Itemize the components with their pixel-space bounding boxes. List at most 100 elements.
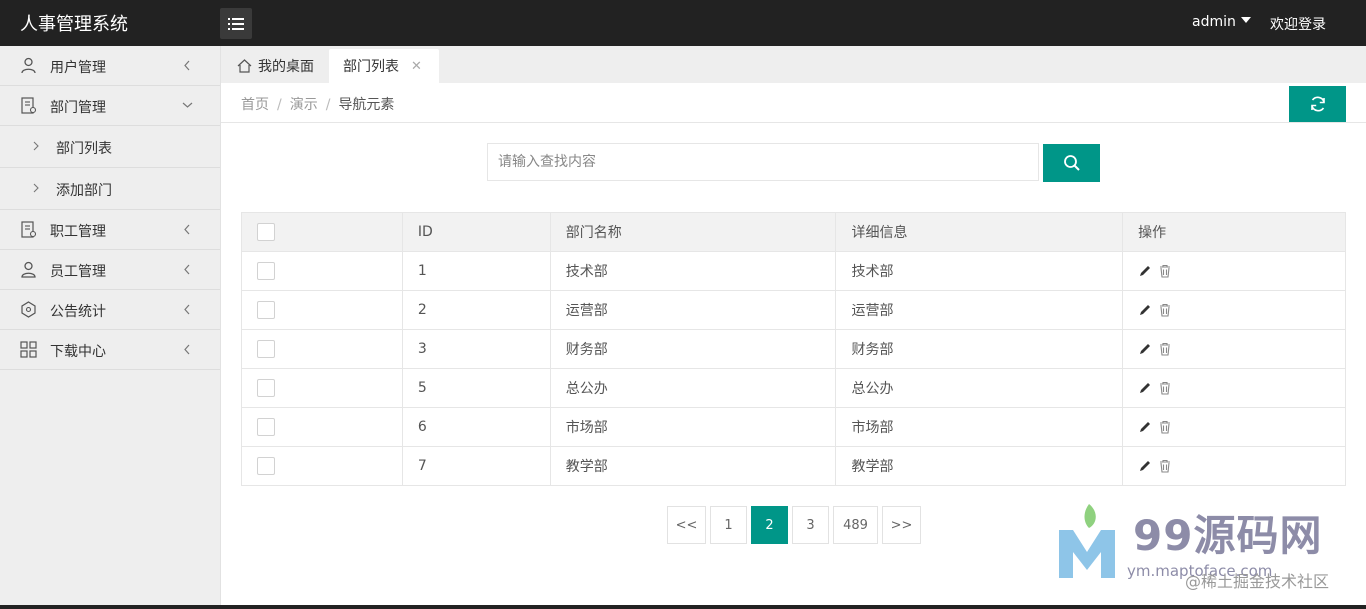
tab-department-list[interactable]: 部门列表 ✕ — [329, 49, 439, 83]
user-menu[interactable]: admin — [1192, 14, 1251, 30]
breadcrumb-item[interactable]: 演示 — [290, 97, 318, 113]
watermark-community: @稀土掘金技术社区 — [1185, 572, 1330, 591]
user-icon — [21, 57, 36, 74]
welcome-link[interactable]: 欢迎登录 — [1270, 14, 1326, 34]
table-row: 5 总公办 总公办 — [241, 368, 1346, 408]
tab-label: 部门列表 — [343, 59, 399, 75]
row-checkbox[interactable] — [257, 340, 275, 358]
table-row: 2 运营部 运营部 — [241, 290, 1346, 330]
edit-pencil-icon[interactable] — [1138, 459, 1152, 473]
cell-name: 教学部 — [549, 446, 837, 486]
cell-actions — [1122, 368, 1346, 408]
refresh-icon — [1310, 96, 1325, 112]
chevron-left-icon — [184, 344, 190, 355]
sidebar-subitem-add-department[interactable]: 添加部门 — [0, 168, 220, 210]
trash-icon[interactable] — [1158, 420, 1172, 434]
page-first-button[interactable]: << — [667, 506, 706, 544]
row-checkbox[interactable] — [257, 262, 275, 280]
cell-actions — [1122, 407, 1346, 447]
sidebar-item-staff-management[interactable]: 职工管理 — [0, 210, 220, 250]
row-select-cell — [241, 446, 403, 486]
row-select-cell — [241, 290, 403, 330]
trash-icon[interactable] — [1158, 381, 1172, 395]
cell-detail: 运营部 — [835, 290, 1124, 330]
breadcrumb-item[interactable]: 首页 — [241, 97, 269, 113]
column-header-detail: 详细信息 — [835, 212, 1124, 252]
cell-id: 6 — [401, 407, 551, 447]
username: admin — [1192, 14, 1236, 30]
sidebar-item-label: 职工管理 — [50, 224, 106, 240]
table-row: 3 财务部 财务部 — [241, 329, 1346, 369]
trash-icon[interactable] — [1158, 342, 1172, 356]
sidebar-item-label: 员工管理 — [50, 264, 106, 280]
row-checkbox[interactable] — [257, 418, 275, 436]
home-icon — [237, 59, 252, 73]
chevron-left-icon — [184, 304, 190, 315]
row-select-cell — [241, 407, 403, 447]
chevron-right-icon — [33, 141, 39, 151]
select-all-checkbox[interactable] — [257, 223, 275, 241]
breadcrumb-bar: 首页 / 演示 / 导航元素 — [221, 83, 1366, 123]
edit-pencil-icon[interactable] — [1138, 420, 1152, 434]
search-button[interactable] — [1043, 144, 1100, 182]
edit-pencil-icon[interactable] — [1138, 264, 1152, 278]
chevron-left-icon — [184, 224, 190, 235]
page-button-current[interactable]: 2 — [751, 506, 788, 544]
sidebar-subitem-label: 添加部门 — [56, 183, 112, 199]
app-title: 人事管理系统 — [20, 14, 128, 35]
sidebar-item-department-management[interactable]: 部门管理 — [0, 86, 220, 126]
caret-down-icon — [1240, 17, 1251, 23]
chevron-left-icon — [184, 264, 190, 275]
watermark: 99源码网 ym.maptoface.com @稀土掘金技术社区 — [1055, 500, 1355, 595]
sidebar-item-download-center[interactable]: 下载中心 — [0, 330, 220, 370]
breadcrumb-current: 导航元素 — [338, 97, 395, 113]
cell-name: 财务部 — [549, 329, 837, 369]
edit-pencil-icon[interactable] — [1138, 342, 1152, 356]
menu-toggle-button[interactable] — [220, 8, 252, 39]
sidebar-item-label: 部门管理 — [50, 100, 106, 116]
trash-icon[interactable] — [1158, 264, 1172, 278]
sidebar: 用户管理 部门管理 部门列表 添加部门 职工管理 员工管理 公告统计 下载中心 — [0, 46, 221, 609]
table-header-row: ID 部门名称 详细信息 操作 — [241, 212, 1346, 252]
cell-actions — [1122, 446, 1346, 486]
sidebar-subitem-label: 部门列表 — [56, 141, 112, 157]
cell-detail: 财务部 — [835, 329, 1124, 369]
cell-id: 7 — [401, 446, 551, 486]
trash-icon[interactable] — [1158, 303, 1172, 317]
cell-name: 运营部 — [549, 290, 837, 330]
table-row: 7 教学部 教学部 — [241, 446, 1346, 486]
row-select-cell — [241, 329, 403, 369]
sidebar-subitem-department-list[interactable]: 部门列表 — [0, 126, 220, 168]
cell-actions — [1122, 251, 1346, 291]
page-button[interactable]: 1 — [710, 506, 747, 544]
page-last-button[interactable]: >> — [882, 506, 921, 544]
page-button[interactable]: 3 — [792, 506, 829, 544]
cell-name: 技术部 — [549, 251, 837, 291]
edit-pencil-icon[interactable] — [1138, 381, 1152, 395]
sidebar-item-notice-statistics[interactable]: 公告统计 — [0, 290, 220, 330]
tab-my-desktop[interactable]: 我的桌面 — [229, 49, 325, 83]
list-menu-icon — [228, 17, 244, 30]
cell-name: 总公办 — [549, 368, 837, 408]
breadcrumb-separator: / — [325, 97, 331, 113]
row-checkbox[interactable] — [257, 301, 275, 319]
trash-icon[interactable] — [1158, 459, 1172, 473]
top-navbar: 人事管理系统 admin 欢迎登录 — [0, 0, 1366, 46]
sidebar-item-employee-management[interactable]: 员工管理 — [0, 250, 220, 290]
cell-id: 2 — [401, 290, 551, 330]
row-checkbox[interactable] — [257, 379, 275, 397]
sidebar-item-user-management[interactable]: 用户管理 — [0, 46, 220, 86]
refresh-button[interactable] — [1289, 86, 1346, 122]
department-table: ID 部门名称 详细信息 操作 1 技术部 技术部 2 运营部 运营部 3 财务… — [241, 212, 1346, 486]
employee-icon — [21, 261, 36, 278]
page-button[interactable]: 489 — [833, 506, 878, 544]
close-icon[interactable]: ✕ — [411, 59, 422, 74]
chevron-right-icon — [33, 183, 39, 193]
search-input[interactable] — [487, 143, 1039, 181]
row-checkbox[interactable] — [257, 457, 275, 475]
cell-id: 5 — [401, 368, 551, 408]
search-icon — [1063, 155, 1080, 171]
cell-detail: 教学部 — [835, 446, 1124, 486]
edit-pencil-icon[interactable] — [1138, 303, 1152, 317]
cell-name: 市场部 — [549, 407, 837, 447]
